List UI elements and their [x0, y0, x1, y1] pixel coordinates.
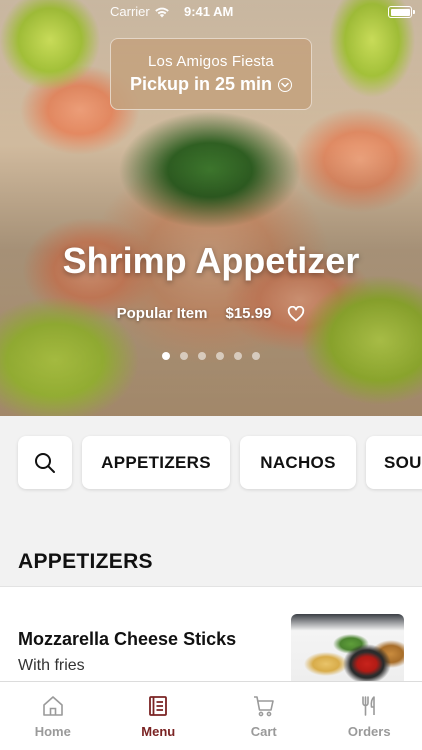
wifi-icon — [154, 7, 169, 17]
category-chip-appetizers[interactable]: APPETIZERS — [82, 436, 230, 489]
category-chip-soups[interactable]: SOU — [366, 436, 422, 489]
carousel-dot[interactable] — [216, 352, 224, 360]
status-time: 9:41 AM — [184, 4, 234, 19]
tab-menu[interactable]: Menu — [106, 682, 212, 750]
menu-item-name: Mozzarella Cheese Sticks — [18, 629, 237, 649]
tab-cart-label: Cart — [250, 724, 277, 739]
carrier-label: Carrier — [110, 4, 150, 19]
menu-item-description: With fries — [18, 657, 85, 674]
carousel-pagination[interactable] — [0, 352, 422, 360]
carousel-dot[interactable] — [198, 352, 206, 360]
featured-item-price: $15.99 — [225, 305, 272, 322]
tab-bar: Home Menu Cart Orders — [0, 681, 422, 750]
section-title: APPETIZERS — [18, 550, 153, 573]
home-icon — [42, 696, 63, 716]
restaurant-name: Los Amigos Fiesta — [148, 53, 274, 70]
carousel-dot[interactable] — [162, 352, 170, 360]
pickup-time-label: Pickup in 25 min — [129, 74, 273, 94]
menu-book-icon — [149, 696, 168, 716]
status-bar: Carrier 9:41 AM — [0, 0, 422, 24]
category-scroller[interactable]: APPETIZERS NACHOS SOU — [18, 436, 422, 489]
carousel-dot[interactable] — [252, 352, 260, 360]
menu-item-photo — [291, 614, 404, 690]
search-button[interactable] — [18, 436, 72, 489]
featured-item-title: Shrimp Appetizer — [62, 240, 360, 281]
carousel-dot[interactable] — [180, 352, 188, 360]
tab-cart[interactable]: Cart — [211, 682, 317, 750]
heart-icon[interactable] — [287, 305, 305, 322]
category-bar: APPETIZERS NACHOS SOU — [0, 416, 422, 510]
tab-orders-label: Orders — [347, 724, 391, 739]
cart-icon — [253, 696, 274, 717]
carousel-dot[interactable] — [234, 352, 242, 360]
carrier-indicator: Carrier — [110, 4, 170, 19]
featured-item-meta: Popular Item $15.99 — [0, 305, 422, 322]
tab-menu-label: Menu — [141, 724, 176, 739]
category-chip-nachos[interactable]: NACHOS — [240, 436, 356, 489]
restaurant-pickup-selector[interactable]: Los Amigos Fiesta Pickup in 25 min — [110, 38, 312, 110]
fork-knife-icon — [362, 696, 376, 716]
chevron-down-icon — [278, 77, 293, 92]
app-screen: Carrier 9:41 AM Los Amigos Fiesta Pickup… — [0, 0, 422, 750]
menu-item-card[interactable]: Mozzarella Cheese Sticks With fries — [0, 587, 422, 690]
tab-home[interactable]: Home — [0, 682, 106, 750]
pickup-time-row: Pickup in 25 min — [111, 74, 311, 95]
tab-orders[interactable]: Orders — [317, 682, 422, 750]
battery-icon — [388, 6, 415, 18]
search-icon — [35, 452, 55, 473]
tab-home-label: Home — [34, 724, 71, 739]
featured-item-tag: Popular Item — [116, 305, 208, 322]
